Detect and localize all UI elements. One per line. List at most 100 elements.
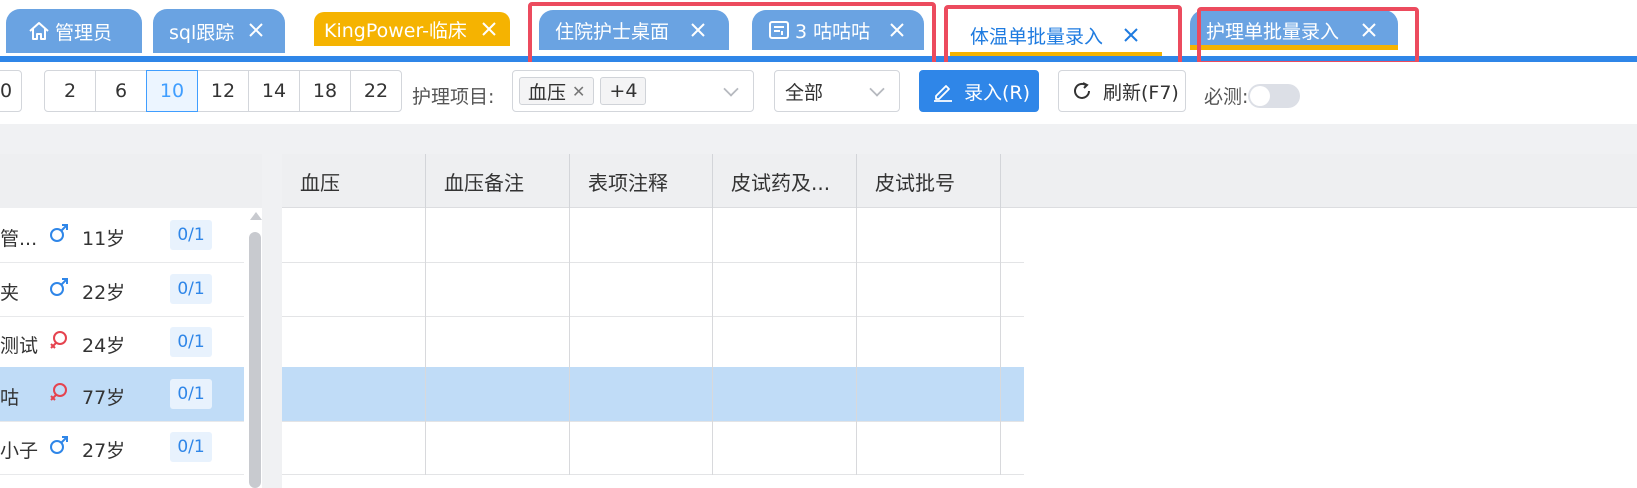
patient-row[interactable]: 小子 27岁 0/1 xyxy=(0,420,244,475)
table-row[interactable] xyxy=(282,420,1024,475)
table-cell[interactable] xyxy=(426,262,570,317)
patient-list-scrollbar[interactable] xyxy=(248,208,262,488)
table-cell[interactable] xyxy=(857,367,1001,422)
tab-temperature-batch[interactable]: 体温单批量录入 xyxy=(950,11,1162,59)
table-cell[interactable] xyxy=(282,420,426,475)
male-icon xyxy=(48,434,70,456)
table-cell[interactable] xyxy=(570,367,713,422)
male-icon xyxy=(48,222,70,244)
tab-nurse-desk[interactable]: 住院护士桌面 xyxy=(539,10,729,50)
required-toggle[interactable] xyxy=(1248,84,1300,108)
panel-gap xyxy=(262,154,282,488)
hour-button-selected[interactable]: 10 xyxy=(146,70,198,112)
patient-age: 24岁 xyxy=(82,335,126,357)
tab-admin[interactable]: 管理员 xyxy=(6,9,142,53)
table-cell[interactable] xyxy=(570,315,713,370)
table-cell[interactable] xyxy=(713,208,857,263)
close-icon[interactable] xyxy=(245,19,267,41)
patient-name: 管... xyxy=(0,228,38,250)
patient-row[interactable]: 测试 24岁 0/1 xyxy=(0,315,244,370)
add-tab-button[interactable]: + xyxy=(1472,16,1501,50)
scrollbar-thumb[interactable] xyxy=(249,232,261,488)
table-cell[interactable] xyxy=(857,208,1001,263)
table-cell[interactable] xyxy=(426,420,570,475)
table-cell[interactable] xyxy=(282,262,426,317)
tab-label: 体温单批量录入 xyxy=(970,25,1104,48)
table-row[interactable] xyxy=(282,315,1024,370)
note-icon xyxy=(768,19,790,41)
table-cell[interactable] xyxy=(713,315,857,370)
table-cell[interactable] xyxy=(282,367,426,422)
table-row[interactable] xyxy=(282,367,1024,422)
refresh-icon xyxy=(1071,80,1093,102)
hour-button-partial[interactable]: 0 xyxy=(0,70,22,112)
table-cell[interactable] xyxy=(426,208,570,263)
table-cell[interactable] xyxy=(713,420,857,475)
table-cell[interactable] xyxy=(282,208,426,263)
column-header-skin-test-drug[interactable]: 皮试药及... xyxy=(713,154,857,208)
patient-list-header xyxy=(0,154,262,208)
column-header-bp-note[interactable]: 血压备注 xyxy=(426,154,570,208)
hour-button[interactable]: 14 xyxy=(248,70,300,112)
table-row[interactable] xyxy=(282,208,1024,263)
close-icon[interactable] xyxy=(886,19,908,41)
tab-label: 住院护士桌面 xyxy=(555,20,670,43)
hour-button[interactable]: 12 xyxy=(197,70,249,112)
hour-button[interactable]: 6 xyxy=(95,70,147,112)
table-cell[interactable] xyxy=(857,315,1001,370)
table-cell[interactable] xyxy=(426,315,570,370)
task-count-badge: 0/1 xyxy=(170,432,212,462)
patient-age: 11岁 xyxy=(82,228,126,250)
entry-button[interactable]: 录入(R) xyxy=(919,70,1039,112)
task-count-badge: 0/1 xyxy=(170,379,212,409)
patient-age: 77岁 xyxy=(82,387,126,409)
tab-label: KingPower-临床 xyxy=(324,19,467,42)
chevron-down-icon xyxy=(869,81,885,97)
patient-name: 测试 xyxy=(0,335,39,357)
tab-label: 护理单批量录入 xyxy=(1206,20,1340,43)
close-icon[interactable] xyxy=(1120,24,1142,46)
table-cell[interactable] xyxy=(282,315,426,370)
patient-row[interactable]: 咕 77岁 0/1 xyxy=(0,367,244,422)
column-header-blood-pressure[interactable]: 血压 xyxy=(282,154,426,208)
table-cell[interactable] xyxy=(713,367,857,422)
tab-underline xyxy=(1190,45,1398,50)
nursing-items-select[interactable]: 血压 ✕ +4 xyxy=(512,70,754,112)
female-icon xyxy=(48,329,70,351)
task-count-badge: 0/1 xyxy=(170,274,212,304)
chevron-down-icon xyxy=(723,81,739,97)
table-cell[interactable] xyxy=(570,208,713,263)
scope-select[interactable]: 全部 xyxy=(774,70,900,112)
table-cell[interactable] xyxy=(570,262,713,317)
patient-age: 27岁 xyxy=(82,440,126,462)
table-cell[interactable] xyxy=(570,420,713,475)
table-cell[interactable] xyxy=(857,420,1001,475)
column-header-skin-test-batch[interactable]: 皮试批号 xyxy=(857,154,1001,208)
entry-button-label: 录入(R) xyxy=(964,81,1031,104)
close-icon[interactable] xyxy=(1358,19,1380,41)
patient-name: 咕 xyxy=(0,387,20,409)
required-label: 必测: xyxy=(1204,86,1249,108)
tab-nursing-batch[interactable]: 护理单批量录入 xyxy=(1190,10,1398,50)
table-cell[interactable] xyxy=(713,262,857,317)
hour-button[interactable]: 22 xyxy=(350,70,402,112)
tab-gugugu[interactable]: 3 咕咕咕 xyxy=(752,10,924,50)
table-cell[interactable] xyxy=(426,367,570,422)
tab-sql-trace[interactable]: sql跟踪 xyxy=(153,9,285,53)
pencil-icon xyxy=(932,80,954,102)
scroll-up-icon[interactable] xyxy=(250,212,262,220)
refresh-button[interactable]: 刷新(F7) xyxy=(1058,70,1186,112)
content-divider xyxy=(0,124,1637,154)
table-cell[interactable] xyxy=(857,262,1001,317)
patient-list-panel: 管... 11岁 0/1 夹 22岁 0/1 测试 24岁 0/1 咕 77岁 0/1 小子 27岁 0/1 xyxy=(0,154,262,488)
patient-row[interactable]: 夹 22岁 0/1 xyxy=(0,262,244,317)
hour-button[interactable]: 18 xyxy=(299,70,351,112)
hour-button[interactable]: 2 xyxy=(44,70,96,112)
close-icon[interactable] xyxy=(687,19,709,41)
table-row[interactable] xyxy=(282,262,1024,317)
tab-kingpower[interactable]: KingPower-临床 xyxy=(314,12,510,46)
close-icon[interactable] xyxy=(478,18,500,40)
patient-row[interactable]: 管... 11岁 0/1 xyxy=(0,208,244,263)
chip-remove-icon[interactable]: ✕ xyxy=(572,82,585,101)
column-header-item-note[interactable]: 表项注释 xyxy=(570,154,713,208)
